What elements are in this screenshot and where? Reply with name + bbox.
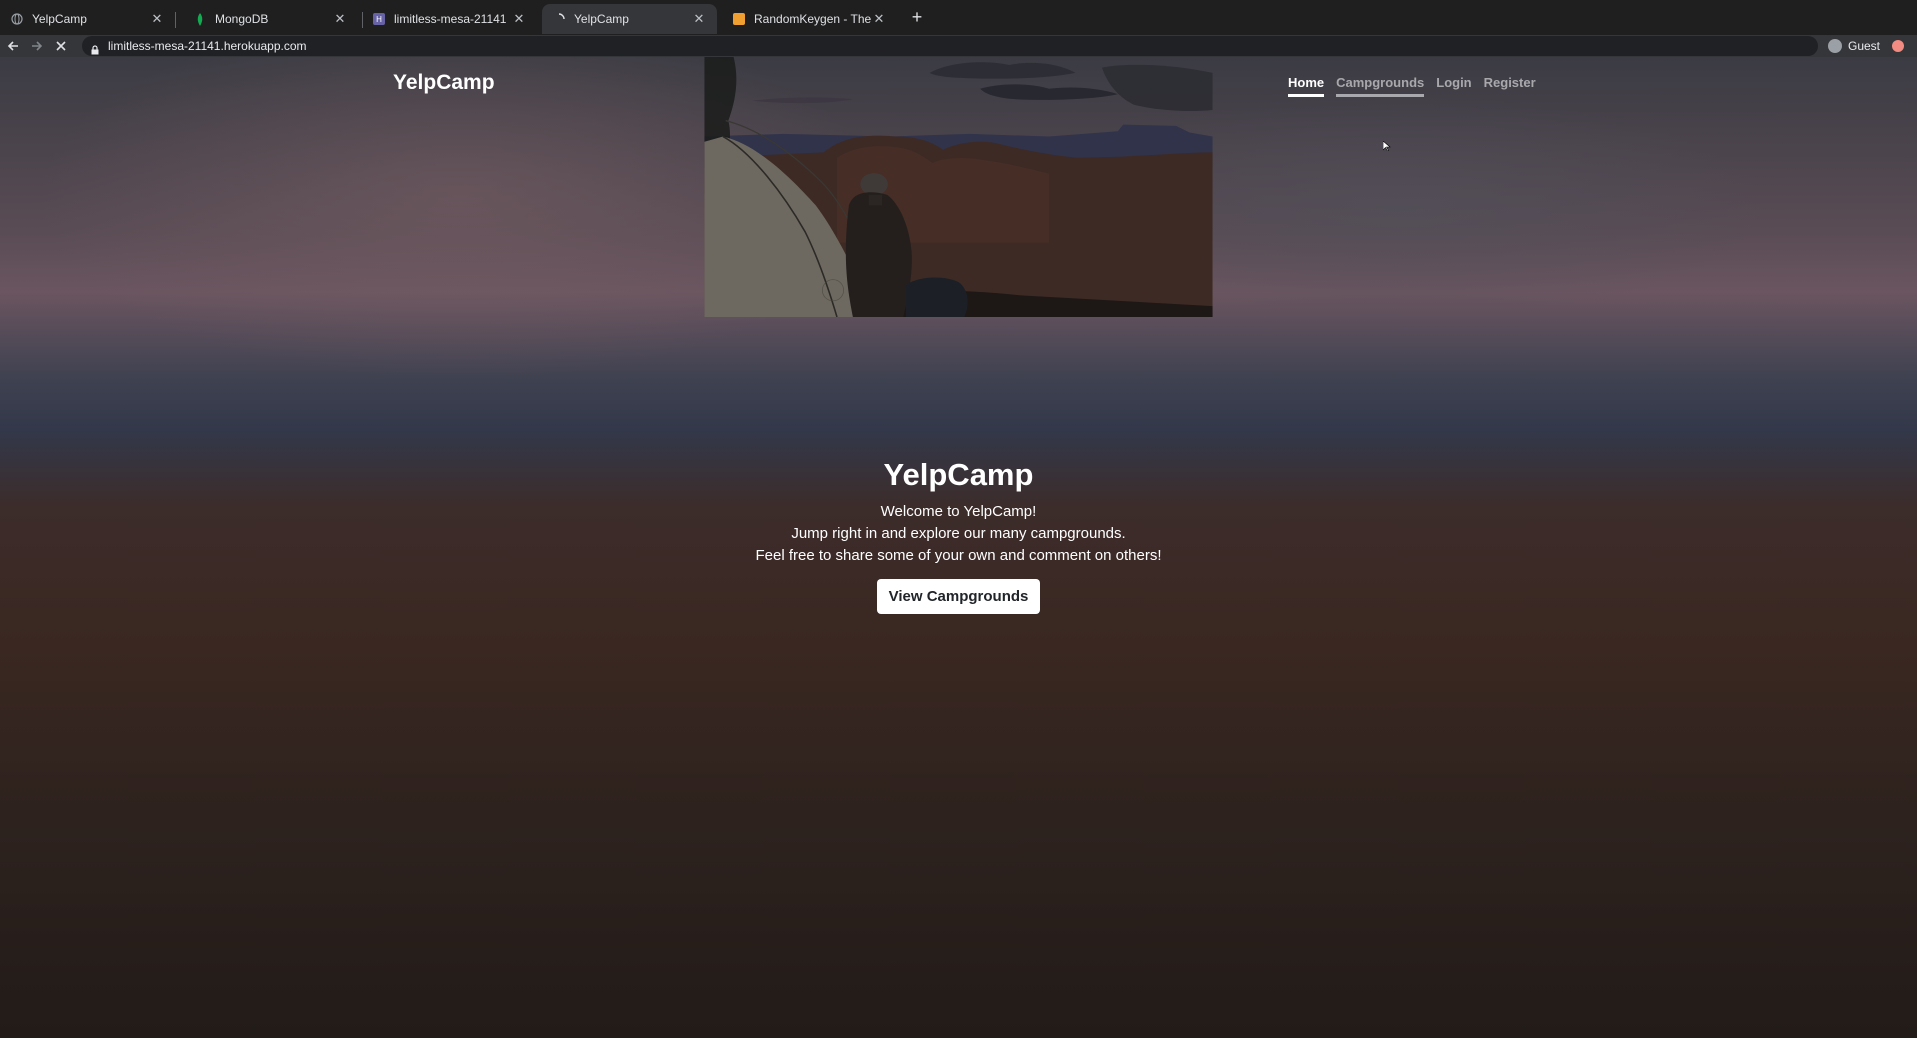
hero-content: YelpCamp Welcome to YelpCamp! Jump right…: [0, 457, 1917, 614]
url-text: limitless-mesa-21141.herokuapp.com: [108, 39, 307, 53]
tab-title: YelpCamp: [32, 12, 87, 26]
tab-title: MongoDB: [215, 12, 269, 26]
tab-heroku-settings[interactable]: H limitless-mesa-21141 · Settings ✕: [362, 4, 537, 34]
back-arrow-icon[interactable]: [2, 35, 24, 57]
mouse-cursor-icon: [1383, 141, 1391, 151]
tab-yelpcamp-1[interactable]: YelpCamp ✕: [0, 4, 175, 34]
nav-home-link[interactable]: Home: [1288, 75, 1325, 97]
tab-yelpcamp-active[interactable]: YelpCamp ✕: [542, 4, 717, 34]
close-icon[interactable]: ✕: [691, 11, 707, 27]
tab-title: YelpCamp: [574, 12, 629, 26]
landing-hero: YelpCamp Home Campgrounds Login Register…: [0, 57, 1917, 1038]
tab-divider: [175, 12, 176, 28]
nav-campgrounds-link[interactable]: Campgrounds: [1336, 75, 1425, 97]
hero-welcome-text: Welcome to YelpCamp!: [880, 503, 1037, 520]
menu-update-icon[interactable]: [1892, 40, 1904, 52]
site-nav: Home Campgrounds Login Register: [1288, 75, 1536, 97]
close-icon[interactable]: ✕: [149, 11, 165, 27]
tab-randomkeygen[interactable]: RandomKeygen - The Secure P ✕: [722, 4, 897, 34]
hero-title: YelpCamp: [883, 457, 1034, 492]
browser-toolbar: limitless-mesa-21141.herokuapp.com Guest: [0, 35, 1917, 57]
hero-explore-text: Jump right in and explore our many campg…: [791, 525, 1126, 542]
site-brand[interactable]: YelpCamp: [393, 71, 495, 95]
view-campgrounds-button[interactable]: View Campgrounds: [876, 579, 1041, 614]
new-tab-icon[interactable]: +: [906, 6, 928, 28]
avatar-icon: [1828, 39, 1842, 53]
close-icon[interactable]: ✕: [871, 11, 887, 27]
mongodb-leaf-icon: [193, 12, 207, 26]
lock-icon: [90, 41, 100, 55]
stop-loading-icon[interactable]: [50, 35, 72, 57]
profile-button[interactable]: Guest: [1828, 35, 1880, 57]
hero-share-text: Feel free to share some of your own and …: [755, 547, 1162, 564]
globe-icon: [10, 12, 24, 26]
tab-title: limitless-mesa-21141 · Settings: [394, 12, 511, 26]
page-viewport: YelpCamp Home Campgrounds Login Register…: [0, 57, 1917, 1038]
heroku-icon: H: [372, 12, 386, 26]
close-icon[interactable]: ✕: [511, 11, 527, 27]
svg-text:H: H: [376, 15, 382, 24]
nav-register-link[interactable]: Register: [1484, 75, 1536, 97]
randomkeygen-icon: [732, 12, 746, 26]
browser-chrome: YelpCamp ✕ MongoDB ✕ H limitless-mesa-21…: [0, 0, 1917, 57]
profile-label: Guest: [1848, 39, 1881, 53]
forward-arrow-icon[interactable]: [26, 35, 48, 57]
address-bar[interactable]: limitless-mesa-21141.herokuapp.com: [82, 36, 1818, 56]
tab-strip: YelpCamp ✕ MongoDB ✕ H limitless-mesa-21…: [0, 0, 1917, 35]
nav-login-link[interactable]: Login: [1436, 75, 1471, 97]
loading-icon: [552, 12, 566, 26]
tab-mongodb[interactable]: MongoDB ✕: [183, 4, 358, 34]
tab-title: RandomKeygen - The Secure P: [754, 12, 871, 26]
close-icon[interactable]: ✕: [332, 11, 348, 27]
